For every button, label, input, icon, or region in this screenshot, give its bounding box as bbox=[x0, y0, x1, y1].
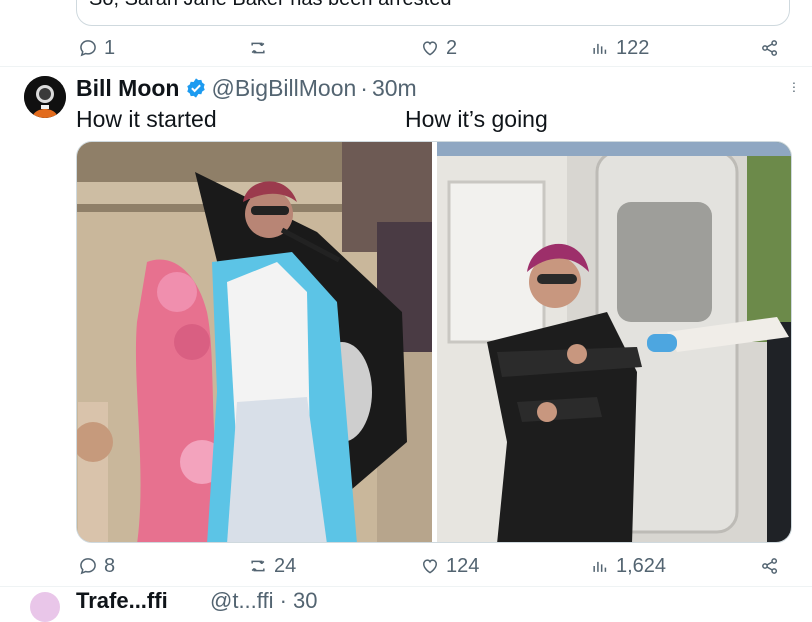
repost-count: 24 bbox=[274, 554, 297, 577]
reply-button[interactable]: 8 bbox=[78, 554, 115, 578]
like-count: 124 bbox=[446, 554, 480, 577]
share-icon bbox=[762, 40, 778, 56]
repost-icon bbox=[251, 42, 265, 54]
like-button[interactable]: 124 bbox=[420, 554, 479, 578]
views-button[interactable]: 1,624 bbox=[590, 554, 666, 578]
like-icon bbox=[422, 559, 438, 574]
next-tweet-avatar[interactable] bbox=[30, 592, 60, 622]
share-icon bbox=[762, 558, 778, 574]
like-count: 2 bbox=[446, 36, 458, 59]
photo-right[interactable] bbox=[437, 142, 792, 543]
like-icon bbox=[422, 41, 438, 56]
repost-button[interactable]: 24 bbox=[248, 554, 296, 578]
separator-dot: · bbox=[360, 74, 368, 101]
views-count: 122 bbox=[616, 36, 650, 59]
verified-badge-icon bbox=[187, 78, 206, 98]
reply-count: 1 bbox=[104, 36, 116, 59]
quoted-tweet-card[interactable]: So, Sarah Jane Baker has been arrested bbox=[76, 0, 790, 26]
share-button[interactable] bbox=[760, 36, 780, 60]
caption-right: How it’s going bbox=[405, 106, 548, 132]
tweet-header: Bill Moon @BigBillMoon · 30m bbox=[76, 74, 417, 102]
tweet-media[interactable] bbox=[76, 141, 792, 543]
share-button[interactable] bbox=[760, 554, 780, 578]
avatar[interactable] bbox=[24, 76, 66, 118]
views-icon bbox=[593, 561, 607, 572]
repost-icon bbox=[251, 560, 265, 572]
display-name[interactable]: Bill Moon bbox=[76, 75, 179, 102]
tweet-divider bbox=[0, 586, 812, 587]
reply-icon bbox=[80, 558, 96, 575]
caption-left: How it started bbox=[76, 106, 217, 132]
reply-icon bbox=[80, 40, 96, 57]
user-handle[interactable]: @BigBillMoon bbox=[211, 75, 356, 102]
quoted-tweet-text: So, Sarah Jane Baker has been arrested bbox=[89, 0, 451, 11]
like-button[interactable]: 2 bbox=[420, 36, 457, 60]
views-icon bbox=[593, 43, 607, 54]
views-count: 1,624 bbox=[616, 554, 667, 577]
reply-count: 8 bbox=[104, 554, 116, 577]
views-button[interactable]: 122 bbox=[590, 36, 649, 60]
repost-button[interactable] bbox=[248, 36, 268, 60]
tweet-divider bbox=[0, 66, 812, 67]
timestamp[interactable]: 30m bbox=[372, 75, 417, 102]
next-tweet-handle[interactable]: @t...ffi · 30 bbox=[210, 588, 318, 614]
reply-button[interactable]: 1 bbox=[78, 36, 115, 60]
more-icon[interactable]: · · · bbox=[788, 75, 800, 97]
next-tweet-display-name[interactable]: Trafe...ffi bbox=[76, 588, 168, 614]
photo-left[interactable] bbox=[77, 142, 432, 543]
